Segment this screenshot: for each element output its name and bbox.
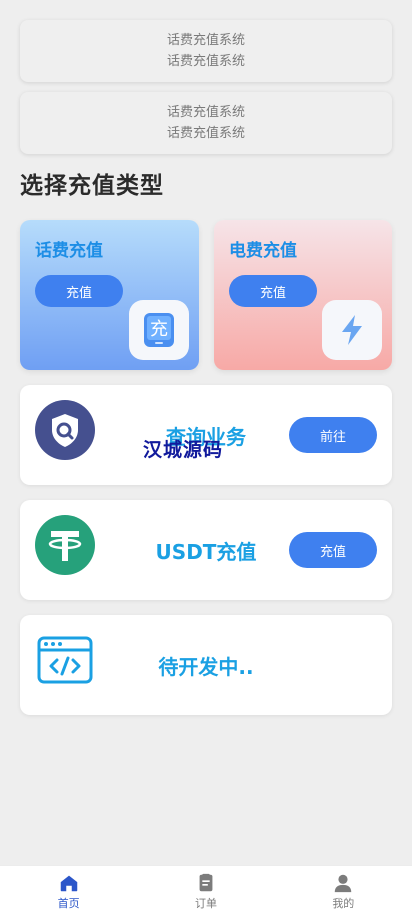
electric-recharge-button[interactable]: 充值 — [229, 275, 317, 307]
tether-icon — [35, 515, 95, 575]
lightning-icon — [322, 300, 382, 360]
notice-banner: 话费充值系统 话费充值系统 — [20, 92, 392, 154]
electric-recharge-card[interactable]: 电费充值 充值 — [214, 220, 392, 370]
tab-mine[interactable]: 我的 — [275, 866, 412, 915]
card-title: 话费充值 — [35, 241, 103, 261]
tab-orders[interactable]: 订单 — [137, 866, 274, 915]
usdt-recharge-button[interactable]: 充值 — [289, 532, 377, 568]
charge-glyph: 充 — [150, 319, 168, 340]
shield-search-icon — [35, 400, 95, 460]
order-icon — [199, 873, 213, 892]
usdt-recharge-card[interactable]: USDT充值 充值 — [20, 500, 392, 600]
coming-soon-card: 待开发中.. — [20, 615, 392, 715]
tab-label: 我的 — [332, 897, 355, 910]
notice-line: 话费充值系统 — [166, 105, 245, 120]
notice-line: 话费充值系统 — [166, 126, 245, 141]
phone-recharge-card[interactable]: 话费充值 充值 充 — [20, 220, 199, 370]
go-button[interactable]: 前往 — [289, 417, 377, 453]
user-icon — [335, 874, 352, 893]
coming-soon-label: 待开发中.. — [158, 654, 254, 679]
phone-charge-icon: 充 — [129, 300, 189, 360]
phone-recharge-button[interactable]: 充值 — [35, 275, 123, 307]
watermark-text: 汉城源码 — [143, 439, 224, 461]
tab-label: 首页 — [57, 897, 80, 910]
notice-line: 话费充值系统 — [166, 54, 245, 69]
bottom-tab-bar: 首页 订单 我的 — [0, 865, 412, 915]
tab-label: 订单 — [194, 897, 217, 910]
usdt-recharge-label: USDT充值 — [155, 539, 257, 564]
tab-home[interactable]: 首页 — [0, 866, 137, 915]
notice-banner: 话费充值系统 话费充值系统 — [20, 20, 392, 82]
home-icon — [60, 875, 77, 892]
card-title: 电费充值 — [229, 241, 297, 261]
notice-line: 话费充值系统 — [166, 33, 245, 48]
section-title: 选择充值类型 — [20, 173, 164, 199]
code-window-icon — [35, 630, 95, 690]
